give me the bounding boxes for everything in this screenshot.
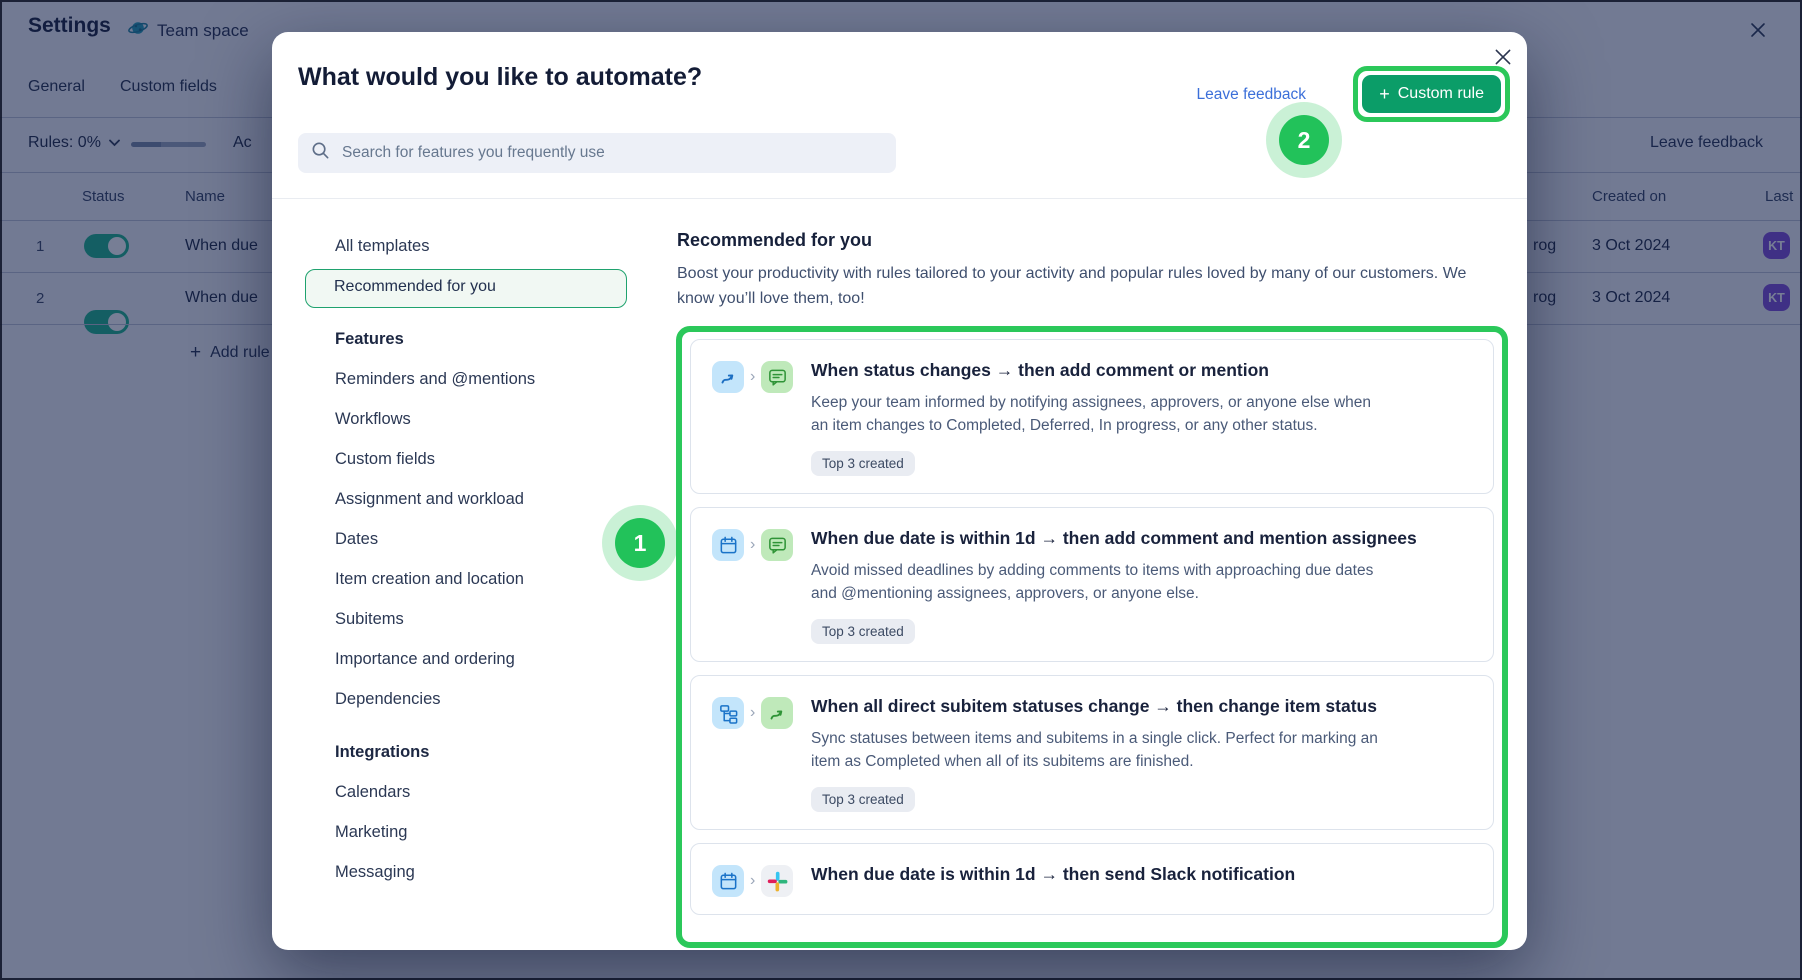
rule-icon-pair: › (712, 863, 811, 897)
rule-icon-pair: › (712, 527, 811, 644)
sidebar-item-subitems[interactable]: Subitems (305, 601, 627, 641)
rule-card-title: When all direct subitem statuses change … (811, 695, 1391, 719)
search-input[interactable] (340, 143, 884, 163)
comment-icon (761, 361, 793, 393)
recommended-cards-annotation-rect: › When status changes → then add comment… (676, 326, 1508, 948)
top-created-badge: Top 3 created (811, 619, 915, 644)
calendar-icon (712, 529, 744, 561)
slack-icon (761, 865, 793, 897)
rule-card-body: When due date is within 1d → then send S… (811, 863, 1295, 897)
custom-rule-annotation-outline: + Custom rule (1353, 66, 1510, 122)
step-1-annotation-badge: 1 (615, 518, 665, 568)
sidebar-item-item-creation[interactable]: Item creation and location (305, 561, 627, 601)
sidebar-item-marketing[interactable]: Marketing (305, 814, 627, 854)
sidebar-item-dates[interactable]: Dates (305, 521, 627, 561)
rule-card-title: When due date is within 1d → then send S… (811, 863, 1295, 887)
calendar-icon (712, 865, 744, 897)
recommended-heading: Recommended for you (677, 230, 1487, 251)
sidebar-item-all-templates[interactable]: All templates (305, 228, 627, 268)
rule-card-duedate-slack[interactable]: › When due date is within 1d → then send… (690, 843, 1494, 915)
modal-header-divider (272, 198, 1527, 199)
recommended-description: Boost your productivity with rules tailo… (677, 262, 1472, 312)
rule-card-duedate-comment[interactable]: › When due date is within 1d → then add … (690, 507, 1494, 662)
step-number: 1 (615, 518, 665, 568)
automation-modal: What would you like to automate? Leave f… (272, 32, 1527, 950)
rule-card-description: Keep your team informed by notifying ass… (811, 391, 1391, 438)
step-2-annotation-badge: 2 (1279, 115, 1329, 165)
rule-card-title: When status changes → then add comment o… (811, 359, 1391, 383)
sidebar-heading-features: Features (305, 321, 627, 361)
chevron-right-icon: › (750, 529, 755, 561)
rule-card-description: Avoid missed deadlines by adding comment… (811, 559, 1391, 606)
modal-close-icon[interactable] (1492, 46, 1514, 68)
status-change-icon (712, 361, 744, 393)
chevron-right-icon: › (750, 697, 755, 729)
search-icon (310, 140, 331, 166)
sidebar-item-recommended-selected[interactable]: Recommended for you (305, 269, 627, 308)
rule-icon-pair: › (712, 359, 811, 476)
rule-card-body: When due date is within 1d → then add co… (811, 527, 1417, 644)
rule-card-title: When due date is within 1d → then add co… (811, 527, 1417, 551)
rule-card-body: When status changes → then add comment o… (811, 359, 1391, 476)
rule-card-description: Sync statuses between items and subitems… (811, 727, 1391, 774)
subitems-icon (712, 697, 744, 729)
sidebar-heading-integrations: Integrations (305, 734, 627, 774)
top-created-badge: Top 3 created (811, 787, 915, 812)
chevron-right-icon: › (750, 361, 755, 393)
sidebar-item-reminders[interactable]: Reminders and @mentions (305, 361, 627, 401)
top-created-badge: Top 3 created (811, 451, 915, 476)
sidebar-item-calendars[interactable]: Calendars (305, 774, 627, 814)
custom-rule-button[interactable]: + Custom rule (1362, 75, 1501, 113)
comment-icon (761, 529, 793, 561)
sidebar-item-custom-fields[interactable]: Custom fields (305, 441, 627, 481)
sidebar-item-dependencies[interactable]: Dependencies (305, 681, 627, 721)
sidebar-item-importance[interactable]: Importance and ordering (305, 641, 627, 681)
rule-card-status-comment[interactable]: › When status changes → then add comment… (690, 339, 1494, 494)
sidebar-item-assignment[interactable]: Assignment and workload (305, 481, 627, 521)
leave-feedback-link[interactable]: Leave feedback (1197, 86, 1306, 104)
rule-card-subitems-status[interactable]: › When all direct subitem statuses chang… (690, 675, 1494, 830)
status-change-icon (761, 697, 793, 729)
search-bar[interactable] (298, 133, 896, 173)
rule-card-body: When all direct subitem statuses change … (811, 695, 1391, 812)
rule-icon-pair: › (712, 695, 811, 812)
recommended-section: Recommended for you Boost your productiv… (677, 230, 1487, 312)
chevron-right-icon: › (750, 865, 755, 897)
sidebar-item-workflows[interactable]: Workflows (305, 401, 627, 441)
plus-icon: + (1379, 87, 1390, 101)
modal-title: What would you like to automate? (298, 63, 702, 92)
step-number: 2 (1279, 115, 1329, 165)
template-category-sidebar: All templates Recommended for you Featur… (305, 228, 627, 894)
sidebar-item-messaging[interactable]: Messaging (305, 854, 627, 894)
